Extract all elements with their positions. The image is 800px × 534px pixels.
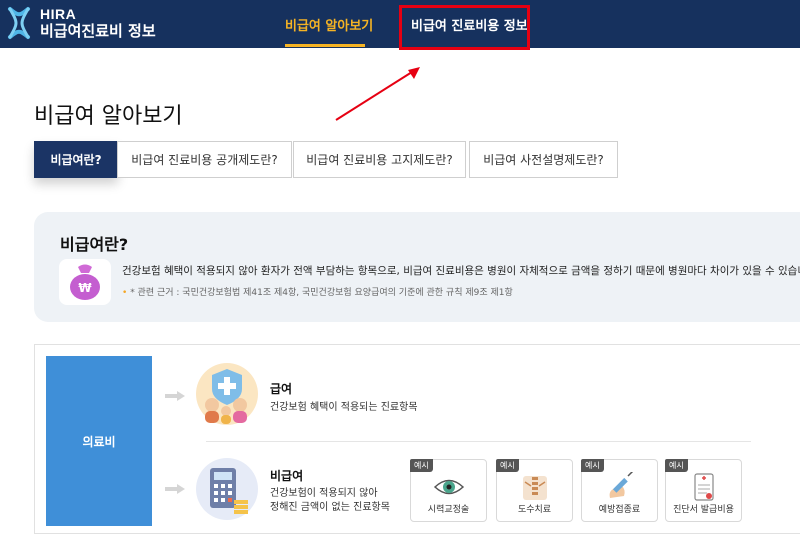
example-tag: 예시 [665, 459, 688, 472]
uncovered-title: 비급여 [270, 469, 304, 483]
tab-prior-explanation[interactable]: 비급여 사전설명제도란? [469, 141, 618, 178]
covered-description: 건강보험 혜택이 적용되는 진료항목 [270, 402, 418, 413]
example-tag: 예시 [410, 459, 433, 472]
hira-logo-icon [8, 7, 30, 39]
example-card-vision-correction: 예시 시력교정술 [410, 459, 487, 522]
annotation-arrow-icon [335, 67, 420, 121]
logo-subtitle[interactable]: 비급여진료비 정보 [40, 20, 156, 41]
info-legal-note: • * 관련 근거 : 국민건강보험법 제41조 제4항, 국민건강보험 요양급… [122, 288, 513, 298]
spine-icon [523, 476, 547, 500]
example-label: 시력교정술 [427, 505, 470, 515]
example-label: 도수치료 [517, 505, 552, 515]
calculator-money-icon [196, 458, 258, 520]
info-description: 건강보험 혜택이 적용되지 않아 환자가 전액 부담하는 항목으로, 비급여 진… [122, 265, 800, 277]
document-icon [694, 473, 714, 501]
example-tag: 예시 [496, 459, 519, 472]
arrow-right-icon [165, 484, 185, 494]
page-title: 비급여 알아보기 [34, 104, 183, 129]
example-label: 예방접종료 [598, 505, 641, 515]
svg-text:₩: ₩ [78, 281, 92, 295]
tab-cost-disclosure[interactable]: 비급여 진료비용 공개제도란? [117, 141, 292, 178]
tab-what-is-noncovered[interactable]: 비급여란? [34, 141, 118, 178]
medical-cost-box: 의료비 [46, 356, 152, 526]
syringe-icon [609, 472, 634, 498]
covered-title: 급여 [270, 382, 293, 396]
row-divider [206, 441, 751, 442]
uncovered-description-line1: 건강보험이 적용되지 않아 [270, 488, 378, 499]
eye-icon [433, 479, 465, 495]
info-title: 비급여란? [60, 235, 129, 254]
uncovered-description-line2: 정해진 금액이 없는 진료항목 [270, 502, 390, 513]
example-card-certificate-fee: 예시 진단서 발급비용 [665, 459, 742, 522]
tab-cost-notice[interactable]: 비급여 진료비용 고지제도란? [293, 141, 466, 178]
example-card-manual-therapy: 예시 도수치료 [496, 459, 573, 522]
example-label: 진단서 발급비용 [673, 505, 734, 515]
arrow-right-icon [165, 391, 185, 401]
money-bag-icon: ₩ [59, 259, 111, 305]
example-tag: 예시 [581, 459, 604, 472]
highlight-annotation-box [399, 5, 530, 50]
nav-item-noncovered-guide[interactable]: 비급여 알아보기 [285, 15, 373, 34]
example-card-vaccination: 예시 예방접종료 [581, 459, 658, 522]
family-shield-icon [196, 363, 258, 425]
nav-active-underline [285, 44, 365, 47]
